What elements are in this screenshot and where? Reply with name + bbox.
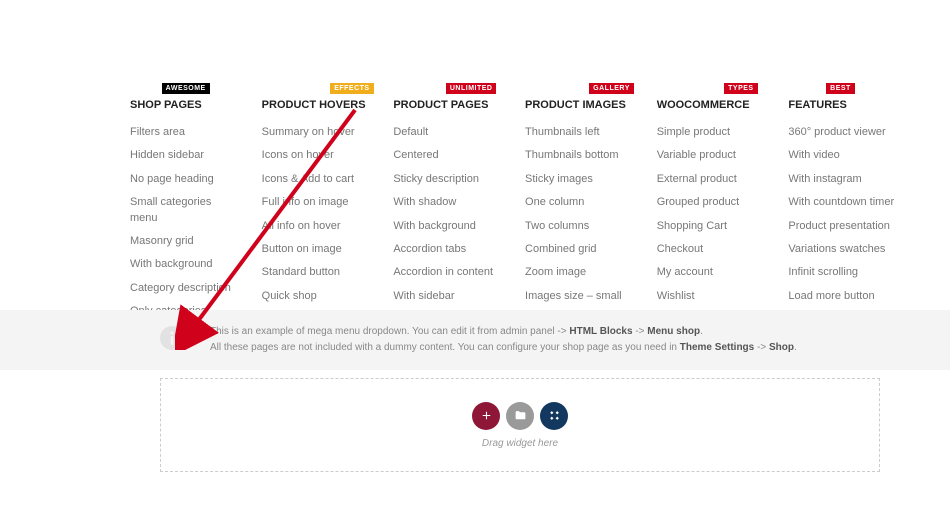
column-list: Filters area Hidden sidebar No page headin…: [130, 125, 242, 320]
menu-link[interactable]: Combined grid: [525, 242, 637, 257]
column-badge: UNLIMITED: [446, 83, 497, 94]
menu-link[interactable]: Infinit scrolling: [788, 265, 900, 280]
menu-link[interactable]: Icons & Add to cart: [262, 172, 374, 187]
widget-buttons: [472, 402, 568, 430]
menu-link[interactable]: With background: [393, 219, 505, 234]
column-badge: TYPES: [724, 83, 757, 94]
info-bar: This is an example of mega menu dropdown…: [0, 310, 950, 370]
menu-link[interactable]: Masonry grid: [130, 234, 242, 249]
menu-link[interactable]: Zoom image: [525, 265, 637, 280]
column-heading: PRODUCT PAGESUNLIMITED: [393, 99, 488, 111]
column-list: Simple product Variable product External p…: [657, 125, 769, 304]
column-list: 360° product viewer With video With instag…: [788, 125, 900, 304]
menu-link[interactable]: Centered: [393, 148, 505, 163]
menu-link[interactable]: Variable product: [657, 148, 769, 163]
menu-link[interactable]: Hidden sidebar: [130, 148, 242, 163]
menu-link[interactable]: Button on image: [262, 242, 374, 257]
menu-link[interactable]: Standard button: [262, 265, 374, 280]
column-badge: AWESOME: [162, 83, 210, 94]
column-badge: GALLERY: [589, 83, 634, 94]
menu-link[interactable]: Small categories menu: [130, 195, 242, 226]
menu-link[interactable]: Category description: [130, 281, 242, 296]
menu-link[interactable]: Quick shop: [262, 289, 374, 304]
menu-link[interactable]: With instagram: [788, 172, 900, 187]
menu-link[interactable]: External product: [657, 172, 769, 187]
column-heading: WOOCOMMERCETYPES: [657, 99, 750, 111]
menu-link[interactable]: Filters area: [130, 125, 242, 140]
menu-link[interactable]: Thumbnails left: [525, 125, 637, 140]
joomla-button[interactable]: [540, 402, 568, 430]
menu-column: PRODUCT HOVERSEFFECTS Summary on hover Ico…: [262, 95, 394, 328]
menu-link[interactable]: Full info on image: [262, 195, 374, 210]
menu-link[interactable]: One column: [525, 195, 637, 210]
menu-column: WOOCOMMERCETYPES Simple product Variable p…: [657, 95, 789, 328]
menu-link[interactable]: Wishlist: [657, 289, 769, 304]
menu-link[interactable]: Grouped product: [657, 195, 769, 210]
menu-link[interactable]: Thumbnails bottom: [525, 148, 637, 163]
menu-link[interactable]: Simple product: [657, 125, 769, 140]
column-heading: PRODUCT IMAGESGALLERY: [525, 99, 626, 111]
menu-link[interactable]: Variations swatches: [788, 242, 900, 257]
widget-hint: Drag widget here: [482, 438, 558, 449]
menu-link[interactable]: With video: [788, 148, 900, 163]
column-list: Default Centered Sticky description With sh…: [393, 125, 505, 304]
add-widget-button[interactable]: [472, 402, 500, 430]
menu-link[interactable]: All info on hover: [262, 219, 374, 234]
column-heading: SHOP PAGESAWESOME: [130, 99, 202, 111]
menu-link[interactable]: With shadow: [393, 195, 505, 210]
column-badge: BEST: [826, 83, 855, 94]
menu-link[interactable]: Sticky description: [393, 172, 505, 187]
menu-column: FEATURESBEST 360° product viewer With vide…: [788, 95, 920, 328]
menu-link[interactable]: Sticky images: [525, 172, 637, 187]
column-heading: FEATURESBEST: [788, 99, 846, 111]
menu-link[interactable]: With background: [130, 257, 242, 272]
menu-link[interactable]: Summary on hover: [262, 125, 374, 140]
menu-link[interactable]: Accordion in content: [393, 265, 505, 280]
menu-column: PRODUCT IMAGESGALLERYThumbnails leftThum…: [525, 95, 657, 328]
menu-link[interactable]: Shopping Cart: [657, 219, 769, 234]
menu-link[interactable]: Icons on hover: [262, 148, 374, 163]
menu-link[interactable]: Accordion tabs: [393, 242, 505, 257]
menu-link[interactable]: Product presentation: [788, 219, 900, 234]
menu-link[interactable]: Default: [393, 125, 505, 140]
column-list: Summary on hover Icons on hover Icons & Ad…: [262, 125, 374, 304]
column-heading: PRODUCT HOVERSEFFECTS: [262, 99, 366, 111]
column-badge: EFFECTS: [330, 83, 373, 94]
info-icon: [160, 326, 184, 350]
info-text: This is an example of mega menu dropdown…: [210, 324, 797, 356]
menu-link[interactable]: 360° product viewer: [788, 125, 900, 140]
column-list: Thumbnails left Thumbnails bottom Sticky i…: [525, 125, 637, 304]
menu-column: SHOP PAGESAWESOME Filters area Hidden side…: [130, 95, 262, 328]
menu-column: PRODUCT PAGESUNLIMITED Default Centered Sti…: [393, 95, 525, 328]
menu-link[interactable]: My account: [657, 265, 769, 280]
menu-link[interactable]: Two columns: [525, 219, 637, 234]
menu-link[interactable]: Images size – small: [525, 289, 637, 304]
menu-link[interactable]: Load more button: [788, 289, 900, 304]
mega-menu: SHOP PAGESAWESOME Filters area Hidden side…: [130, 95, 920, 328]
menu-link[interactable]: No page heading: [130, 172, 242, 187]
menu-link[interactable]: Checkout: [657, 242, 769, 257]
widget-drop-zone[interactable]: Drag widget here: [160, 378, 880, 472]
menu-link[interactable]: With countdown timer: [788, 195, 900, 210]
folder-button[interactable]: [506, 402, 534, 430]
menu-link[interactable]: With sidebar: [393, 289, 505, 304]
